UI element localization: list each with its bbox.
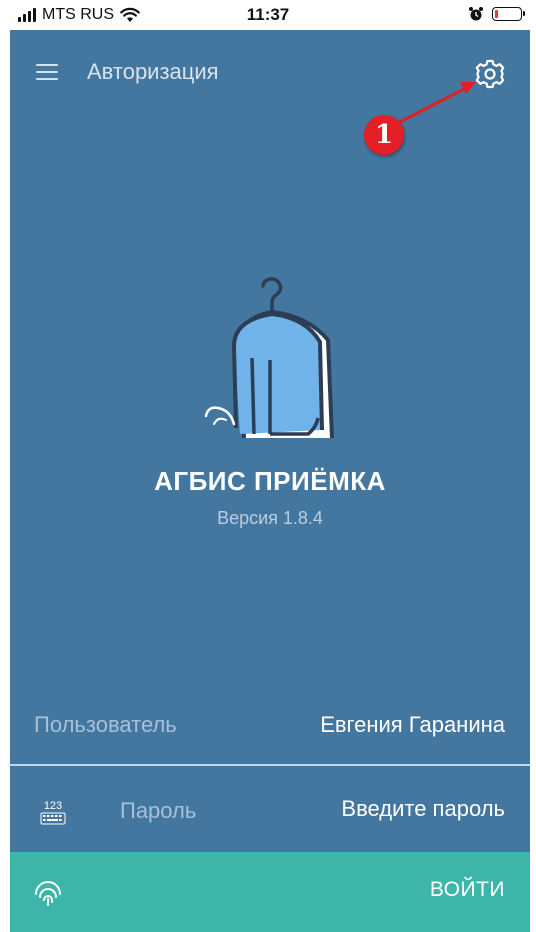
login-button[interactable]: ВОЙТИ: [430, 878, 505, 902]
status-time: 11:37: [246, 5, 290, 24]
password-input[interactable]: [265, 796, 505, 822]
status-right: [468, 6, 525, 22]
password-row: 123 Пароль: [10, 766, 530, 852]
app-bar: Авторизация: [10, 30, 530, 114]
svg-text:123: 123: [44, 800, 62, 812]
login-screen: Авторизация АГБИС ПРИЁМКА Версия 1.8.4 П…: [10, 30, 530, 932]
user-value[interactable]: Евгения Гаранина: [320, 712, 505, 738]
user-label: Пользователь: [34, 712, 177, 737]
fingerprint-icon[interactable]: [32, 878, 64, 910]
coat-hanger-garment-logo: [204, 277, 334, 439]
numeric-keyboard-icon[interactable]: 123: [38, 798, 68, 828]
battery-icon: [492, 7, 525, 21]
status-bar: MTS RUS 11:37: [0, 0, 536, 30]
app-name: АГБИС ПРИЁМКА: [154, 466, 386, 496]
gear-icon[interactable]: [472, 56, 508, 92]
user-select-row[interactable]: Пользователь Евгения Гаранина: [10, 700, 530, 764]
login-footer: ВОЙТИ: [10, 852, 530, 932]
battery-level: [495, 10, 498, 18]
hamburger-menu-icon[interactable]: [36, 64, 58, 80]
app-version: Версия 1.8.4: [217, 508, 323, 528]
annotation-badge: 1: [364, 115, 404, 155]
page-title: Авторизация: [87, 59, 219, 84]
password-label: Пароль: [120, 798, 197, 823]
alarm-clock-icon: [469, 7, 483, 21]
